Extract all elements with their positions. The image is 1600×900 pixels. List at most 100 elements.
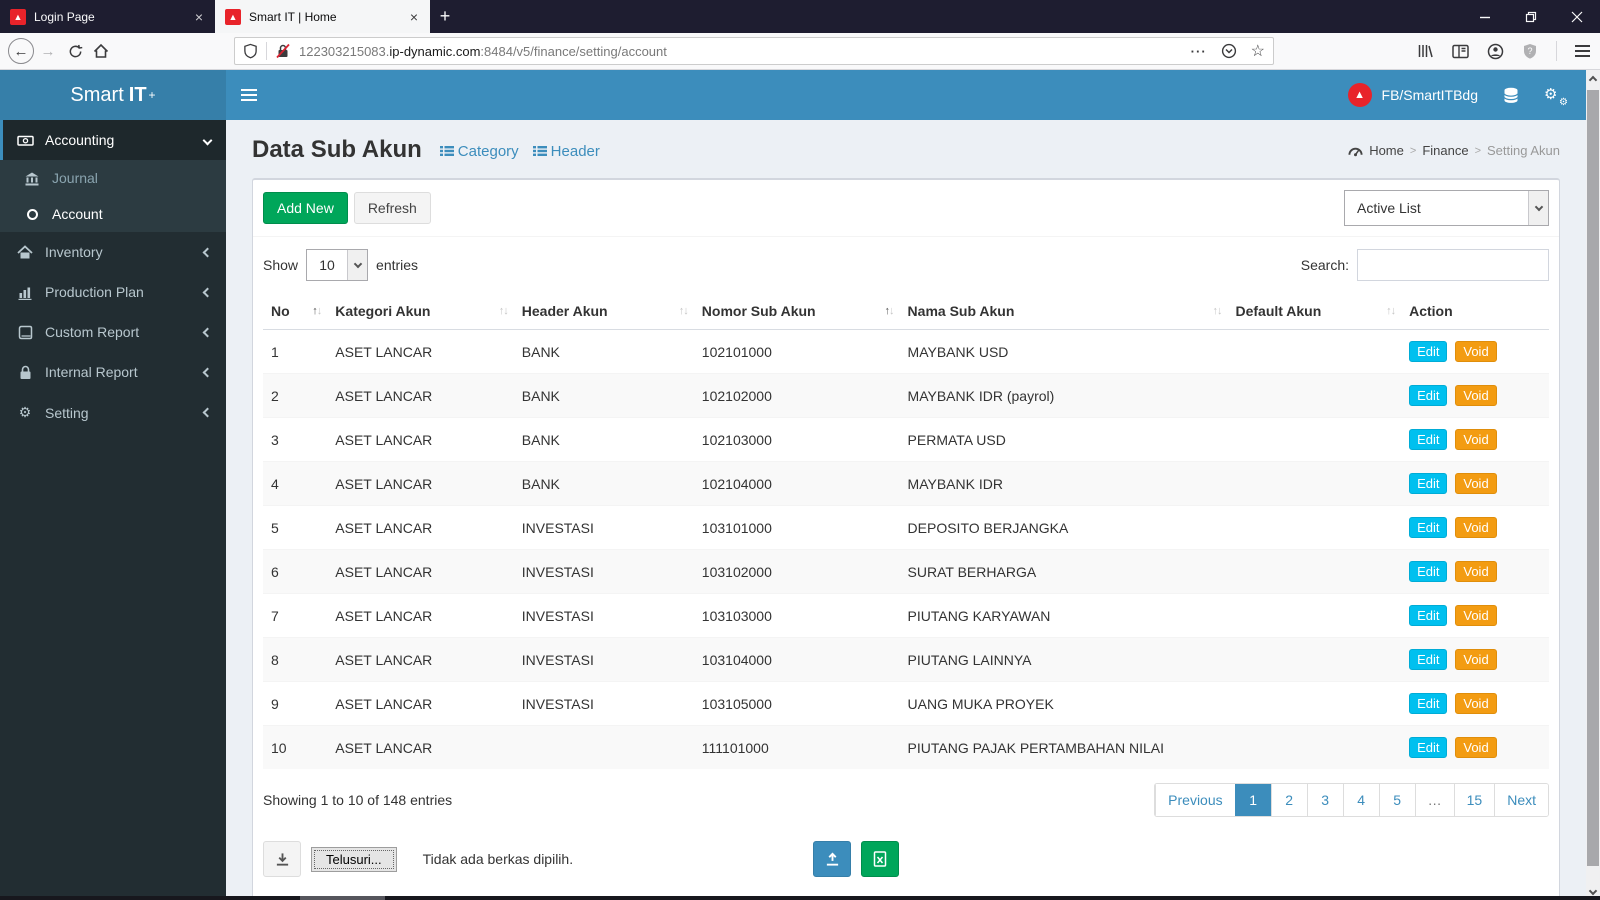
horizontal-scrollbar[interactable] <box>0 896 1600 900</box>
edit-button[interactable]: Edit <box>1409 605 1447 626</box>
cell-default <box>1227 418 1401 462</box>
refresh-button[interactable]: Refresh <box>354 192 431 224</box>
cell-nama: DEPOSITO BERJANGKA <box>900 506 1228 550</box>
upload-button[interactable] <box>813 841 851 877</box>
add-new-button[interactable]: Add New <box>263 192 348 224</box>
edit-button[interactable]: Edit <box>1409 693 1447 714</box>
void-button[interactable]: Void <box>1455 517 1496 538</box>
sidebar-item-accounting[interactable]: Accounting <box>0 120 226 160</box>
sidebars-icon[interactable] <box>1452 44 1469 59</box>
edit-button[interactable]: Edit <box>1409 429 1447 450</box>
void-button[interactable]: Void <box>1455 473 1496 494</box>
void-button[interactable]: Void <box>1455 561 1496 582</box>
column-header-header-akun[interactable]: Header Akun↑↓ <box>514 293 694 330</box>
library-icon[interactable] <box>1417 43 1434 59</box>
pagination-item[interactable]: … <box>1415 784 1454 816</box>
breadcrumb-home[interactable]: Home <box>1369 143 1404 158</box>
sidebar-item-journal[interactable]: Journal <box>0 160 226 196</box>
cell-nomor: 102102000 <box>694 374 900 418</box>
user-menu[interactable]: ▲ FB/SmartITBdg <box>1348 83 1478 107</box>
reload-button[interactable] <box>62 44 88 59</box>
void-button[interactable]: Void <box>1455 605 1496 626</box>
pocket-icon[interactable] <box>1221 43 1237 59</box>
sidebar-item-production-plan[interactable]: Production Plan <box>0 272 226 312</box>
column-header-nama[interactable]: Nama Sub Akun↑↓ <box>900 293 1228 330</box>
cell-nomor: 102104000 <box>694 462 900 506</box>
browser-tab-login-page[interactable]: ▲ Login Page × <box>0 0 215 33</box>
forward-button[interactable]: → <box>34 43 62 60</box>
void-button[interactable]: Void <box>1455 649 1496 670</box>
edit-button[interactable]: Edit <box>1409 649 1447 670</box>
void-button[interactable]: Void <box>1455 693 1496 714</box>
pagination-item[interactable]: 2 <box>1271 784 1307 816</box>
pagination-item[interactable]: 3 <box>1307 784 1343 816</box>
window-minimize-button[interactable] <box>1462 0 1508 33</box>
home-icon <box>93 43 109 59</box>
bookmark-star-icon[interactable]: ☆ <box>1251 41 1265 61</box>
download-template-button[interactable] <box>263 841 301 877</box>
scrollbar-thumb[interactable] <box>1587 90 1599 866</box>
pagination-item[interactable]: Next <box>1494 784 1548 816</box>
window-restore-button[interactable] <box>1508 0 1554 33</box>
status-filter-select[interactable]: Active List <box>1344 190 1549 226</box>
tab-close-icon[interactable]: × <box>193 9 205 25</box>
column-header-default[interactable]: Default Akun↑↓ <box>1227 293 1401 330</box>
new-tab-button[interactable]: + <box>430 0 460 33</box>
void-button[interactable]: Void <box>1455 341 1496 362</box>
insecure-lock-icon[interactable] <box>275 43 291 59</box>
pagination-item[interactable]: Previous <box>1155 784 1234 816</box>
account-icon[interactable] <box>1487 43 1504 60</box>
edit-button[interactable]: Edit <box>1409 473 1447 494</box>
void-button[interactable]: Void <box>1455 429 1496 450</box>
window-close-button[interactable] <box>1554 0 1600 33</box>
pagination-item[interactable]: 15 <box>1454 784 1495 816</box>
protections-help-icon[interactable]: ? <box>1522 43 1538 60</box>
back-button[interactable]: ← <box>8 38 34 64</box>
menu-icon[interactable] <box>1575 42 1590 60</box>
void-button[interactable]: Void <box>1455 385 1496 406</box>
edit-button[interactable]: Edit <box>1409 341 1447 362</box>
sidebar-toggle-icon[interactable] <box>241 86 257 104</box>
category-link[interactable]: Category <box>440 143 519 160</box>
gears-icon[interactable]: ⚙⚙ <box>1544 85 1566 105</box>
header-link[interactable]: Header <box>533 143 600 160</box>
edit-button[interactable]: Edit <box>1409 517 1447 538</box>
page-size-select[interactable]: 10 <box>306 249 368 281</box>
chevron-left-icon <box>203 247 213 257</box>
column-header-nomor[interactable]: Nomor Sub Akun↑↓ <box>694 293 900 330</box>
void-button[interactable]: Void <box>1455 737 1496 758</box>
column-header-no[interactable]: No↑↓ <box>263 293 327 330</box>
url-bar[interactable]: 122303215083.ip-dynamic.com:8484/v5/fina… <box>234 37 1274 65</box>
scrollbar-thumb[interactable] <box>300 896 385 900</box>
app-logo[interactable]: SmartIT+ <box>0 70 226 120</box>
search-input[interactable] <box>1357 249 1549 281</box>
page-actions-icon[interactable]: ··· <box>1191 44 1207 59</box>
cell-header: BANK <box>514 418 694 462</box>
table-row: 10 ASET LANCAR 111101000 PIUTANG PAJAK P… <box>263 726 1549 770</box>
vertical-scrollbar[interactable] <box>1586 70 1600 900</box>
breadcrumb-finance[interactable]: Finance <box>1422 143 1468 158</box>
column-header-kategori[interactable]: Kategori Akun↑↓ <box>327 293 513 330</box>
sidebar-item-custom-report[interactable]: Custom Report <box>0 312 226 352</box>
tab-close-icon[interactable]: × <box>408 9 420 25</box>
tracking-protection-shield-icon[interactable] <box>243 43 258 59</box>
file-browse-button[interactable]: Telusuri... <box>311 847 397 872</box>
edit-button[interactable]: Edit <box>1409 561 1447 582</box>
edit-button[interactable]: Edit <box>1409 385 1447 406</box>
breadcrumb-current: Setting Akun <box>1487 143 1560 158</box>
scroll-up-icon[interactable] <box>1586 70 1600 86</box>
home-button[interactable] <box>88 43 114 59</box>
pagination-item[interactable]: 1 <box>1235 784 1271 816</box>
browser-tab-smart-it-home[interactable]: ▲ Smart IT | Home × <box>215 0 430 33</box>
url-text[interactable]: 122303215083.ip-dynamic.com:8484/v5/fina… <box>299 44 1191 59</box>
database-icon[interactable] <box>1502 87 1520 104</box>
pagination-item[interactable]: 4 <box>1343 784 1379 816</box>
sidebar-item-internal-report[interactable]: Internal Report <box>0 352 226 392</box>
sidebar-item-account[interactable]: Account <box>0 196 226 232</box>
sidebar-item-inventory[interactable]: Inventory <box>0 232 226 272</box>
sidebar-item-setting[interactable]: ⚙ Setting <box>0 392 226 433</box>
pagination-item[interactable]: 5 <box>1379 784 1415 816</box>
export-excel-button[interactable] <box>861 841 899 877</box>
cell-header: INVESTASI <box>514 506 694 550</box>
edit-button[interactable]: Edit <box>1409 737 1447 758</box>
